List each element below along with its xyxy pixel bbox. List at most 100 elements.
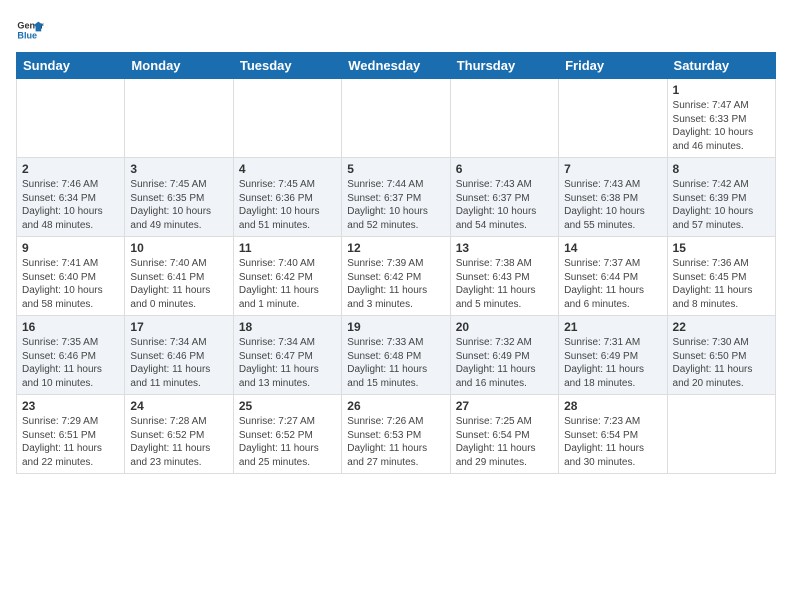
day-cell: 13Sunrise: 7:38 AM Sunset: 6:43 PM Dayli… [450, 237, 558, 316]
day-cell: 15Sunrise: 7:36 AM Sunset: 6:45 PM Dayli… [667, 237, 775, 316]
day-info: Sunrise: 7:25 AM Sunset: 6:54 PM Dayligh… [456, 415, 553, 469]
day-info: Sunrise: 7:32 AM Sunset: 6:49 PM Dayligh… [456, 336, 553, 390]
day-info: Sunrise: 7:31 AM Sunset: 6:49 PM Dayligh… [564, 336, 661, 390]
day-number: 5 [347, 162, 444, 176]
day-cell: 6 Sunrise: 7:43 AM Sunset: 6:37 PM Daylig… [450, 158, 558, 237]
day-cell: 26 Sunrise: 7:26 AM Sunset: 6:53 PM Dayli… [342, 395, 450, 474]
weekday-header-tuesday: Tuesday [233, 53, 341, 79]
day-info: Sunrise: 7:45 AM Sunset: 6:36 PM Dayligh… [239, 178, 336, 232]
weekday-header-row: SundayMondayTuesdayWednesdayThursdayFrid… [17, 53, 776, 79]
day-info: Sunrise: 7:30 AM Sunset: 6:50 PM Dayligh… [673, 336, 770, 390]
day-number: 25 [239, 399, 336, 413]
day-number: 6 [456, 162, 553, 176]
day-cell: 1 Sunrise: 7:47 AM Sunset: 6:33 PM Daylig… [667, 79, 775, 158]
day-info: Sunrise: 7:39 AM Sunset: 6:42 PM Dayligh… [347, 257, 444, 311]
day-cell [17, 79, 125, 158]
day-info: Sunrise: 7:28 AM Sunset: 6:52 PM Dayligh… [130, 415, 227, 469]
day-number: 4 [239, 162, 336, 176]
day-number: 20 [456, 320, 553, 334]
day-info: Sunrise: 7:34 AM Sunset: 6:47 PM Dayligh… [239, 336, 336, 390]
day-info: Sunrise: 7:45 AM Sunset: 6:35 PM Dayligh… [130, 178, 227, 232]
day-cell: 18Sunrise: 7:34 AM Sunset: 6:47 PM Dayli… [233, 316, 341, 395]
day-cell: 19 Sunrise: 7:33 AM Sunset: 6:48 PM Dayli… [342, 316, 450, 395]
calendar-table: SundayMondayTuesdayWednesdayThursdayFrid… [16, 52, 776, 474]
day-number: 13 [456, 241, 553, 255]
day-number: 15 [673, 241, 770, 255]
day-info: Sunrise: 7:27 AM Sunset: 6:52 PM Dayligh… [239, 415, 336, 469]
day-cell: 21 Sunrise: 7:31 AM Sunset: 6:49 PM Dayli… [559, 316, 667, 395]
logo-icon: General Blue [16, 16, 44, 44]
day-info: Sunrise: 7:40 AM Sunset: 6:41 PM Dayligh… [130, 257, 227, 311]
week-row-1: 1 Sunrise: 7:47 AM Sunset: 6:33 PM Daylig… [17, 79, 776, 158]
day-cell: 23Sunrise: 7:29 AM Sunset: 6:51 PM Dayli… [17, 395, 125, 474]
day-cell: 8 Sunrise: 7:42 AM Sunset: 6:39 PM Daylig… [667, 158, 775, 237]
day-cell: 11Sunrise: 7:40 AM Sunset: 6:42 PM Dayli… [233, 237, 341, 316]
day-cell: 16Sunrise: 7:35 AM Sunset: 6:46 PM Dayli… [17, 316, 125, 395]
day-number: 3 [130, 162, 227, 176]
day-info: Sunrise: 7:23 AM Sunset: 6:54 PM Dayligh… [564, 415, 661, 469]
day-number: 1 [673, 83, 770, 97]
day-cell: 4 Sunrise: 7:45 AM Sunset: 6:36 PM Daylig… [233, 158, 341, 237]
day-info: Sunrise: 7:26 AM Sunset: 6:53 PM Dayligh… [347, 415, 444, 469]
week-row-3: 9Sunrise: 7:41 AM Sunset: 6:40 PM Daylig… [17, 237, 776, 316]
weekday-header-wednesday: Wednesday [342, 53, 450, 79]
day-info: Sunrise: 7:33 AM Sunset: 6:48 PM Dayligh… [347, 336, 444, 390]
day-cell [450, 79, 558, 158]
day-number: 19 [347, 320, 444, 334]
weekday-header-monday: Monday [125, 53, 233, 79]
day-number: 14 [564, 241, 661, 255]
day-info: Sunrise: 7:43 AM Sunset: 6:38 PM Dayligh… [564, 178, 661, 232]
day-cell [342, 79, 450, 158]
day-cell: 25 Sunrise: 7:27 AM Sunset: 6:52 PM Dayli… [233, 395, 341, 474]
day-cell: 27 Sunrise: 7:25 AM Sunset: 6:54 PM Dayli… [450, 395, 558, 474]
day-number: 17 [130, 320, 227, 334]
day-cell: 12 Sunrise: 7:39 AM Sunset: 6:42 PM Dayli… [342, 237, 450, 316]
day-cell: 14 Sunrise: 7:37 AM Sunset: 6:44 PM Dayli… [559, 237, 667, 316]
day-info: Sunrise: 7:42 AM Sunset: 6:39 PM Dayligh… [673, 178, 770, 232]
day-info: Sunrise: 7:34 AM Sunset: 6:46 PM Dayligh… [130, 336, 227, 390]
day-number: 22 [673, 320, 770, 334]
day-cell [125, 79, 233, 158]
day-number: 26 [347, 399, 444, 413]
day-number: 21 [564, 320, 661, 334]
day-info: Sunrise: 7:43 AM Sunset: 6:37 PM Dayligh… [456, 178, 553, 232]
weekday-header-thursday: Thursday [450, 53, 558, 79]
page-header: General Blue [16, 16, 776, 44]
day-cell: 24 Sunrise: 7:28 AM Sunset: 6:52 PM Dayli… [125, 395, 233, 474]
day-cell [233, 79, 341, 158]
day-cell: 28 Sunrise: 7:23 AM Sunset: 6:54 PM Dayli… [559, 395, 667, 474]
day-info: Sunrise: 7:29 AM Sunset: 6:51 PM Dayligh… [22, 415, 119, 469]
day-number: 11 [239, 241, 336, 255]
day-cell: 5 Sunrise: 7:44 AM Sunset: 6:37 PM Daylig… [342, 158, 450, 237]
day-info: Sunrise: 7:44 AM Sunset: 6:37 PM Dayligh… [347, 178, 444, 232]
day-info: Sunrise: 7:47 AM Sunset: 6:33 PM Dayligh… [673, 99, 770, 153]
logo: General Blue [16, 16, 48, 44]
day-number: 27 [456, 399, 553, 413]
day-number: 9 [22, 241, 119, 255]
weekday-header-saturday: Saturday [667, 53, 775, 79]
weekday-header-friday: Friday [559, 53, 667, 79]
day-cell: 7 Sunrise: 7:43 AM Sunset: 6:38 PM Daylig… [559, 158, 667, 237]
day-info: Sunrise: 7:37 AM Sunset: 6:44 PM Dayligh… [564, 257, 661, 311]
weekday-header-sunday: Sunday [17, 53, 125, 79]
day-cell: 3 Sunrise: 7:45 AM Sunset: 6:35 PM Daylig… [125, 158, 233, 237]
day-cell [667, 395, 775, 474]
day-info: Sunrise: 7:46 AM Sunset: 6:34 PM Dayligh… [22, 178, 119, 232]
day-number: 12 [347, 241, 444, 255]
day-number: 10 [130, 241, 227, 255]
day-number: 24 [130, 399, 227, 413]
day-info: Sunrise: 7:35 AM Sunset: 6:46 PM Dayligh… [22, 336, 119, 390]
day-number: 7 [564, 162, 661, 176]
day-cell [559, 79, 667, 158]
day-number: 8 [673, 162, 770, 176]
day-cell: 20 Sunrise: 7:32 AM Sunset: 6:49 PM Dayli… [450, 316, 558, 395]
day-number: 2 [22, 162, 119, 176]
day-cell: 10 Sunrise: 7:40 AM Sunset: 6:41 PM Dayli… [125, 237, 233, 316]
day-number: 28 [564, 399, 661, 413]
week-row-2: 2 Sunrise: 7:46 AM Sunset: 6:34 PM Daylig… [17, 158, 776, 237]
day-cell: 9Sunrise: 7:41 AM Sunset: 6:40 PM Daylig… [17, 237, 125, 316]
day-cell: 2 Sunrise: 7:46 AM Sunset: 6:34 PM Daylig… [17, 158, 125, 237]
day-cell: 22 Sunrise: 7:30 AM Sunset: 6:50 PM Dayli… [667, 316, 775, 395]
svg-text:Blue: Blue [17, 30, 37, 40]
week-row-4: 16Sunrise: 7:35 AM Sunset: 6:46 PM Dayli… [17, 316, 776, 395]
